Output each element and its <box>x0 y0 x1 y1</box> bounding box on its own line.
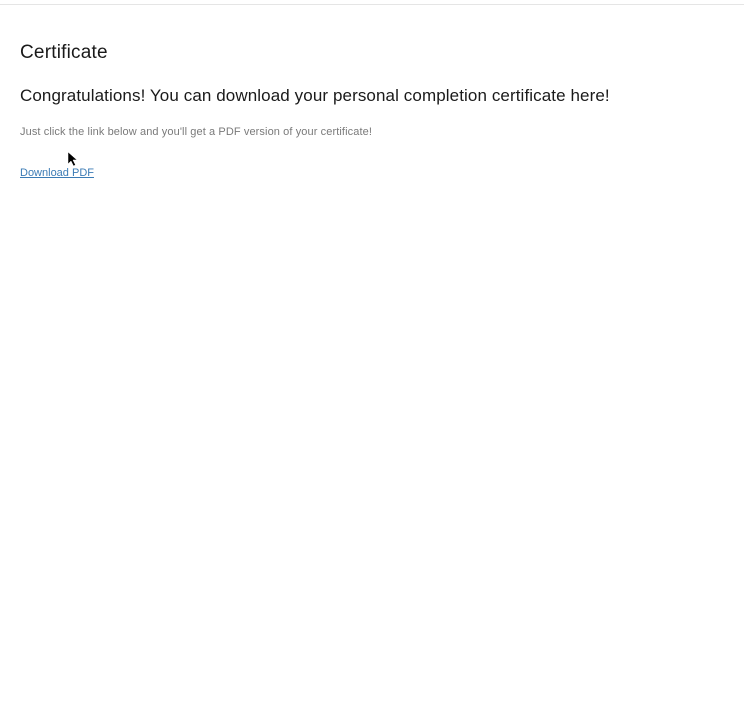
page-title: Certificate <box>20 42 724 64</box>
page-description: Just click the link below and you'll get… <box>20 126 724 138</box>
download-pdf-link[interactable]: Download PDF <box>20 167 94 179</box>
page-subtitle: Congratulations! You can download your p… <box>20 86 724 106</box>
main-content: Certificate Congratulations! You can dow… <box>0 0 744 201</box>
top-divider <box>0 4 744 5</box>
